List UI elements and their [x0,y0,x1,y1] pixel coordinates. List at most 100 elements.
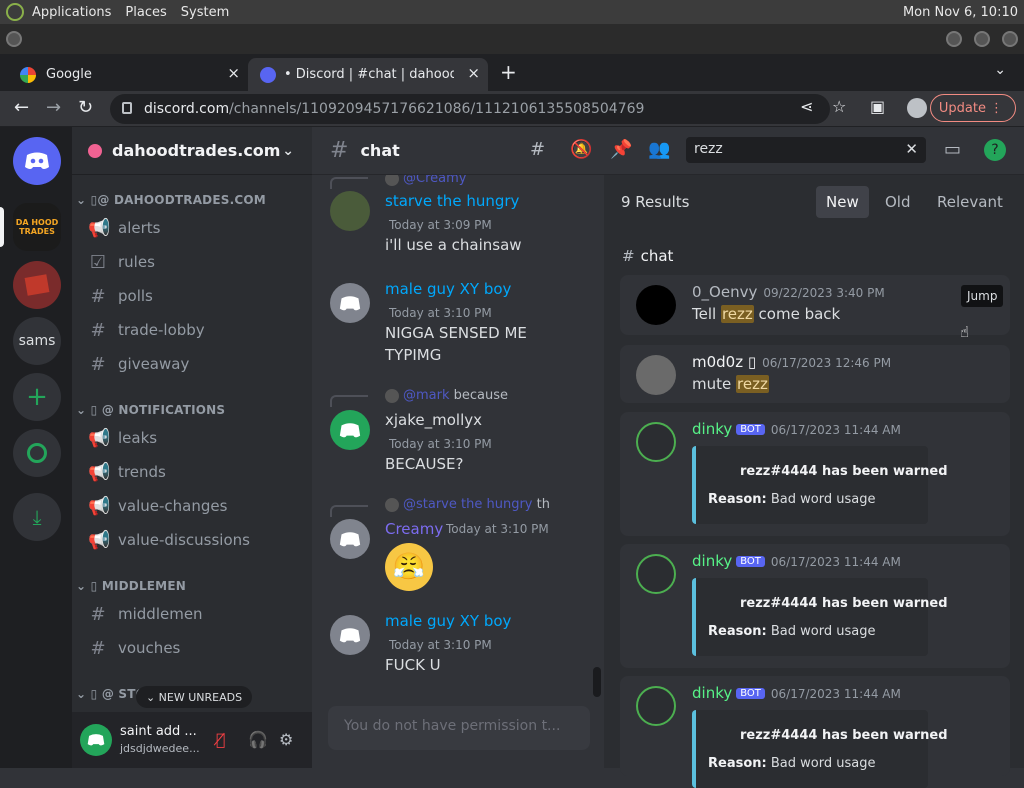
channel-middlemen[interactable]: # middlemen [88,598,304,630]
close-window-icon[interactable] [1002,31,1018,47]
embed-reason: Reason: Bad word usage [708,756,875,771]
sort-new[interactable]: New [816,186,869,218]
search-highlight: rezz [720,305,754,323]
maximize-icon[interactable] [974,31,990,47]
inbox-icon[interactable]: ▭ [944,139,961,160]
close-tab-icon[interactable]: × [227,64,240,82]
channel-alerts[interactable]: 📢 alerts [88,212,304,244]
user-avatar[interactable] [330,283,370,323]
chat-scrollbar[interactable] [593,667,601,697]
server-sams[interactable]: sams [13,317,61,365]
profile-avatar-icon[interactable] [907,98,927,118]
share-icon[interactable]: ⋖ [800,97,813,116]
user-name[interactable]: saint add ... [120,724,197,739]
author-name[interactable]: 0_Oenvy [692,283,757,301]
author-name[interactable]: m0d0z ▯ [692,353,756,371]
channel-polls[interactable]: # polls [88,280,304,312]
channel-value-changes[interactable]: 📢 value-changes [88,490,304,522]
search-result[interactable]: dinky BOT 06/17/2023 11:44 AM rezz#4444 ha… [620,676,1010,788]
bot-avatar[interactable] [636,554,676,594]
search-result[interactable]: 0_Oenvy 09/22/2023 3:40 PM Tell rezz come… [620,275,1010,335]
menu-applications[interactable]: Applications [32,5,111,20]
reload-icon[interactable]: ↻ [78,97,93,118]
server-dahoodtrades[interactable]: DA HOOD TRADES [13,203,61,251]
reply-preview[interactable]: @starve the hungry th [385,497,550,512]
bookmark-star-icon[interactable]: ☆ [832,97,846,116]
close-tab-icon[interactable]: × [467,64,480,82]
search-input[interactable]: rezz ✕ [686,137,926,163]
message-author[interactable]: male guy XY boy [385,612,511,630]
server-red[interactable] [13,261,61,309]
author-name[interactable]: dinky [692,420,732,438]
back-icon[interactable]: ← [14,97,29,118]
search-result[interactable]: dinky BOT 06/17/2023 11:44 AM rezz#4444 ha… [620,544,1010,668]
download-apps-button[interactable]: ⤓ [13,493,61,541]
new-tab-button[interactable]: + [500,60,517,84]
reply-preview[interactable]: @mark because [385,388,508,403]
pinned-messages-icon[interactable]: 📌 [610,139,632,160]
channel-value-discussions[interactable]: 📢 value-discussions [88,524,304,556]
user-avatar[interactable] [330,410,370,450]
guild-header[interactable]: dahoodtrades.com ⌄ [72,127,312,175]
settings-gear-icon[interactable]: ⚙ [279,730,293,749]
bot-avatar[interactable] [636,422,676,462]
category-dahoodtrades[interactable]: ⌄ ▯@ DAHOODTRADES.COM [76,193,266,207]
add-server-button[interactable]: + [13,373,61,421]
user-avatar[interactable] [330,519,370,559]
threads-icon[interactable]: # [530,139,545,160]
channel-trends[interactable]: 📢 trends [88,456,304,488]
menu-places[interactable]: Places [125,5,166,20]
channel-trade-lobby[interactable]: # trade-lobby [88,314,304,346]
chevron-down-icon[interactable]: ⌄ [282,143,294,159]
channel-vouches[interactable]: # vouches [88,632,304,664]
search-result[interactable]: m0d0z ▯ 06/17/2023 12:46 PM mute rezz [620,345,1010,403]
side-panel-icon[interactable]: ▣ [870,97,885,116]
explore-servers-button[interactable] [13,429,61,477]
search-result[interactable]: dinky BOT 06/17/2023 11:44 AM rezz#4444 ha… [620,412,1010,536]
user-avatar[interactable] [330,191,370,231]
user-avatar[interactable] [80,724,112,756]
category-middlemen[interactable]: ⌄ ▯ MIDDLEMEN [76,579,186,593]
minimize-icon[interactable] [946,31,962,47]
message-author[interactable]: Creamy [385,520,443,538]
headphones-icon[interactable]: 🎧 [248,730,268,749]
message-author[interactable]: xjake_mollyx [385,411,482,429]
url-bar[interactable]: discord.com/channels/1109209457176621086… [110,94,830,124]
new-unreads-button[interactable]: ⌄ NEW UNREADS [136,686,252,708]
forward-icon[interactable]: → [46,97,61,118]
channel-giveaway[interactable]: # giveaway [88,348,304,380]
hash-icon: # [90,603,106,625]
bot-avatar[interactable] [636,686,676,726]
os-logo-icon[interactable] [6,3,24,21]
tab-discord[interactable]: • Discord | #chat | dahoodtrade × [248,58,488,91]
window-menu-icon[interactable] [6,31,22,47]
category-notifications[interactable]: ⌄ ▯ @ NOTIFICATIONS [76,403,225,417]
update-button[interactable]: Update ⋮ [907,94,1016,122]
clear-search-icon[interactable]: ✕ [905,140,918,158]
lock-icon[interactable] [122,102,132,114]
help-icon[interactable]: ? [984,139,1006,161]
channel-rules[interactable]: ☑ rules [88,246,304,278]
menu-system[interactable]: System [181,5,229,20]
discord-home-icon[interactable] [13,137,61,185]
message-author[interactable]: male guy XY boy [385,280,511,298]
message-author[interactable]: starve the hungry [385,192,519,210]
user-avatar[interactable] [330,615,370,655]
sort-relevant[interactable]: Relevant [927,186,1013,218]
mute-mic-icon[interactable]: 🎙̸ [216,730,226,749]
author-name[interactable]: dinky [692,552,732,570]
results-channel-heading[interactable]: # chat [622,247,673,265]
kebab-menu-icon[interactable]: ⋮ [990,101,1003,116]
user-avatar[interactable] [636,355,676,395]
message-input[interactable]: You do not have permission t... [328,706,590,750]
member-list-icon[interactable]: 👥 [648,139,670,160]
author-name[interactable]: dinky [692,684,732,702]
tab-search-icon[interactable]: ⌄ [994,62,1006,78]
tab-google[interactable]: Google × [0,58,248,91]
user-avatar[interactable] [636,285,676,325]
clock[interactable]: Mon Nov 6, 10:10 [903,5,1018,20]
jump-button[interactable]: Jump [961,285,1004,307]
channel-leaks[interactable]: 📢 leaks [88,422,304,454]
notification-bell-muted-icon[interactable]: 🔕 [570,139,592,160]
sort-old[interactable]: Old [875,186,921,218]
